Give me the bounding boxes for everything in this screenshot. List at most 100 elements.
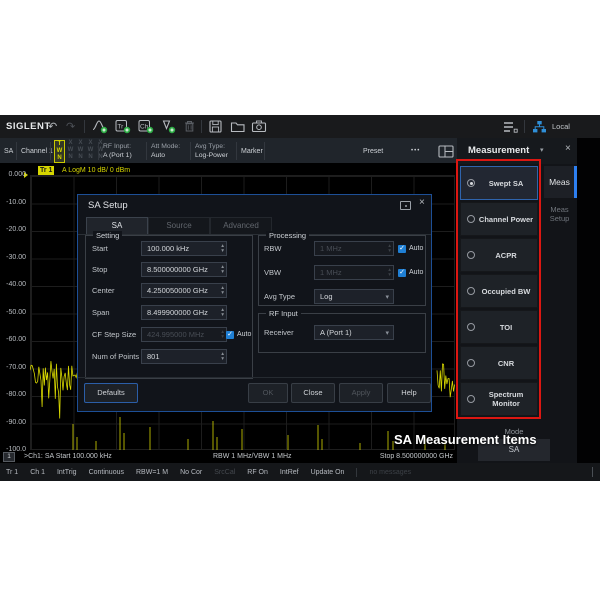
status-item: IntRef: [280, 469, 299, 476]
tab-meas-setup[interactable]: Meas Setup: [544, 205, 575, 223]
ribbon-separator: [98, 142, 99, 160]
window-arrange-icon: [502, 120, 518, 134]
measurement-item-spectrum-monitor[interactable]: Spectrum Monitor: [460, 382, 538, 416]
vbw-auto-checkbox[interactable]: ✓ Auto: [398, 265, 423, 280]
radio-icon: [467, 251, 475, 259]
spinner-icon[interactable]: ▴▾: [221, 244, 226, 253]
status-divider: [356, 468, 357, 477]
trace-4-state[interactable]: X W N: [86, 140, 95, 163]
chevron-down-icon: ▾: [385, 293, 393, 301]
add-trace-button[interactable]: Tr: [115, 115, 131, 138]
cf-step-input[interactable]: 424.995000 MHz ▴▾: [141, 327, 227, 342]
delete-button[interactable]: [182, 115, 197, 138]
span-input[interactable]: 8.499900000 GHz ▴▾: [141, 305, 227, 320]
undo-button[interactable]: ↶: [48, 115, 57, 138]
cf-step-auto-checkbox[interactable]: ✓ Auto: [226, 327, 251, 342]
lan-status-button[interactable]: [532, 115, 547, 138]
measurement-item-channel-power[interactable]: Channel Power: [460, 202, 538, 236]
status-bar: Tr 1 Ch 1 IntTrig Continuous RBW=1 M No …: [0, 463, 600, 481]
rbw-label: RBW: [264, 241, 282, 256]
tab-meas[interactable]: Meas: [544, 166, 575, 198]
avg-type-dropdown[interactable]: Log ▾: [314, 289, 394, 304]
spinner-icon[interactable]: ▴▾: [388, 244, 393, 253]
start-input[interactable]: 100.000 kHz ▴▾: [141, 241, 227, 256]
chevron-down-icon: ▾: [540, 146, 544, 154]
spinner-icon[interactable]: ▴▾: [221, 308, 226, 317]
status-item: Tr 1: [6, 469, 18, 476]
trace-3-state[interactable]: X W N: [76, 140, 85, 163]
save-icon: [208, 119, 223, 134]
layout-grid-button[interactable]: [438, 138, 454, 164]
measurement-item-acpr[interactable]: ACPR: [460, 238, 538, 272]
measurement-item-cnr[interactable]: CNR: [460, 346, 538, 380]
y-axis-tick: -70.00: [0, 363, 26, 373]
status-item: RF On: [247, 469, 268, 476]
apply-button[interactable]: Apply: [339, 383, 383, 403]
vbw-input[interactable]: 1 MHz ▴▾: [314, 265, 394, 280]
redo-button[interactable]: ↷: [66, 115, 75, 138]
dialog-close-icon[interactable]: ×: [419, 197, 425, 208]
att-mode-menu[interactable]: Att Mode: Auto: [151, 138, 180, 164]
screenshot-canvas: SIGLENT ↶ ↷ Tr Ch: [0, 0, 600, 600]
toolbar-separator: [524, 120, 525, 133]
local-remote-indicator[interactable]: Local: [552, 115, 570, 138]
status-message: no messages: [369, 469, 411, 476]
network-icon: [532, 120, 547, 134]
ribbon-separator: [264, 142, 265, 160]
marker-number-badge: 1: [3, 452, 15, 462]
spinner-icon[interactable]: ▴▾: [388, 268, 393, 277]
panel-close-icon[interactable]: ×: [565, 143, 571, 154]
more-options-button[interactable]: •••: [411, 138, 420, 164]
y-axis-tick: -40.00: [0, 280, 26, 290]
screenshot-button[interactable]: [251, 115, 267, 138]
marker-menu[interactable]: Marker: [241, 138, 263, 164]
tab-advanced[interactable]: Advanced: [210, 217, 272, 234]
trace-2-state[interactable]: X W N: [66, 140, 75, 163]
ribbon-mode-button[interactable]: SA: [4, 138, 13, 164]
measurement-panel-title[interactable]: Measurement: [468, 145, 529, 156]
preset-button[interactable]: Preset: [363, 138, 383, 164]
open-file-button[interactable]: [230, 115, 246, 138]
close-button[interactable]: Close: [291, 383, 335, 403]
radio-icon: [467, 395, 475, 403]
measurement-item-swept-sa[interactable]: Swept SA: [460, 166, 538, 200]
add-trace-curve-button[interactable]: [92, 115, 108, 138]
rbw-input[interactable]: 1 MHz ▴▾: [314, 241, 394, 256]
add-marker-button[interactable]: [160, 115, 176, 138]
annotation-text: SA Measurement Items: [394, 432, 537, 447]
svg-text:Tr: Tr: [117, 124, 124, 131]
spinner-icon[interactable]: ▴▾: [221, 286, 226, 295]
rf-input-menu[interactable]: RF Input: A (Port 1): [103, 138, 132, 164]
rbw-auto-checkbox[interactable]: ✓ Auto: [398, 241, 423, 256]
status-divider: [592, 467, 593, 477]
spinner-icon[interactable]: ▴▾: [221, 352, 226, 361]
num-points-input[interactable]: 801 ▴▾: [141, 349, 227, 364]
save-button[interactable]: [208, 115, 223, 138]
chevron-down-icon: ▾: [385, 329, 393, 337]
defaults-button[interactable]: Defaults: [84, 383, 138, 403]
checkbox-check-icon: ✓: [226, 331, 234, 339]
center-input[interactable]: 4.250050000 GHz ▴▾: [141, 283, 227, 298]
help-button[interactable]: Help: [387, 383, 431, 403]
ok-button[interactable]: OK: [248, 383, 288, 403]
radio-icon: [467, 215, 475, 223]
ribbon-channel-button[interactable]: Channel 1: [21, 138, 53, 164]
stop-input[interactable]: 8.500000000 GHz ▴▾: [141, 262, 227, 277]
ribbon-separator: [146, 142, 147, 160]
undo-icon: ↶: [48, 120, 57, 133]
measurement-item-occupied-bw[interactable]: Occupied BW: [460, 274, 538, 308]
receiver-dropdown[interactable]: A (Port 1) ▾: [314, 325, 394, 340]
spinner-icon[interactable]: ▴▾: [221, 265, 226, 274]
add-channel-button[interactable]: Ch: [138, 115, 154, 138]
trace-1-state[interactable]: T W N: [54, 140, 65, 163]
window-arrange-button[interactable]: [502, 115, 518, 138]
status-item: SrcCal: [214, 469, 235, 476]
avg-type-menu[interactable]: Avg Type: Log-Power: [195, 138, 228, 164]
pin-window-icon[interactable]: [400, 201, 411, 210]
y-axis-tick: -50.00: [0, 308, 26, 318]
marker-add-icon: [160, 119, 176, 134]
rbw-vbw-label: RBW 1 MHz/VBW 1 MHz: [213, 453, 292, 460]
tab-source[interactable]: Source: [148, 217, 210, 234]
measurement-item-toi[interactable]: TOI: [460, 310, 538, 344]
status-item: RBW=1 M: [136, 469, 168, 476]
